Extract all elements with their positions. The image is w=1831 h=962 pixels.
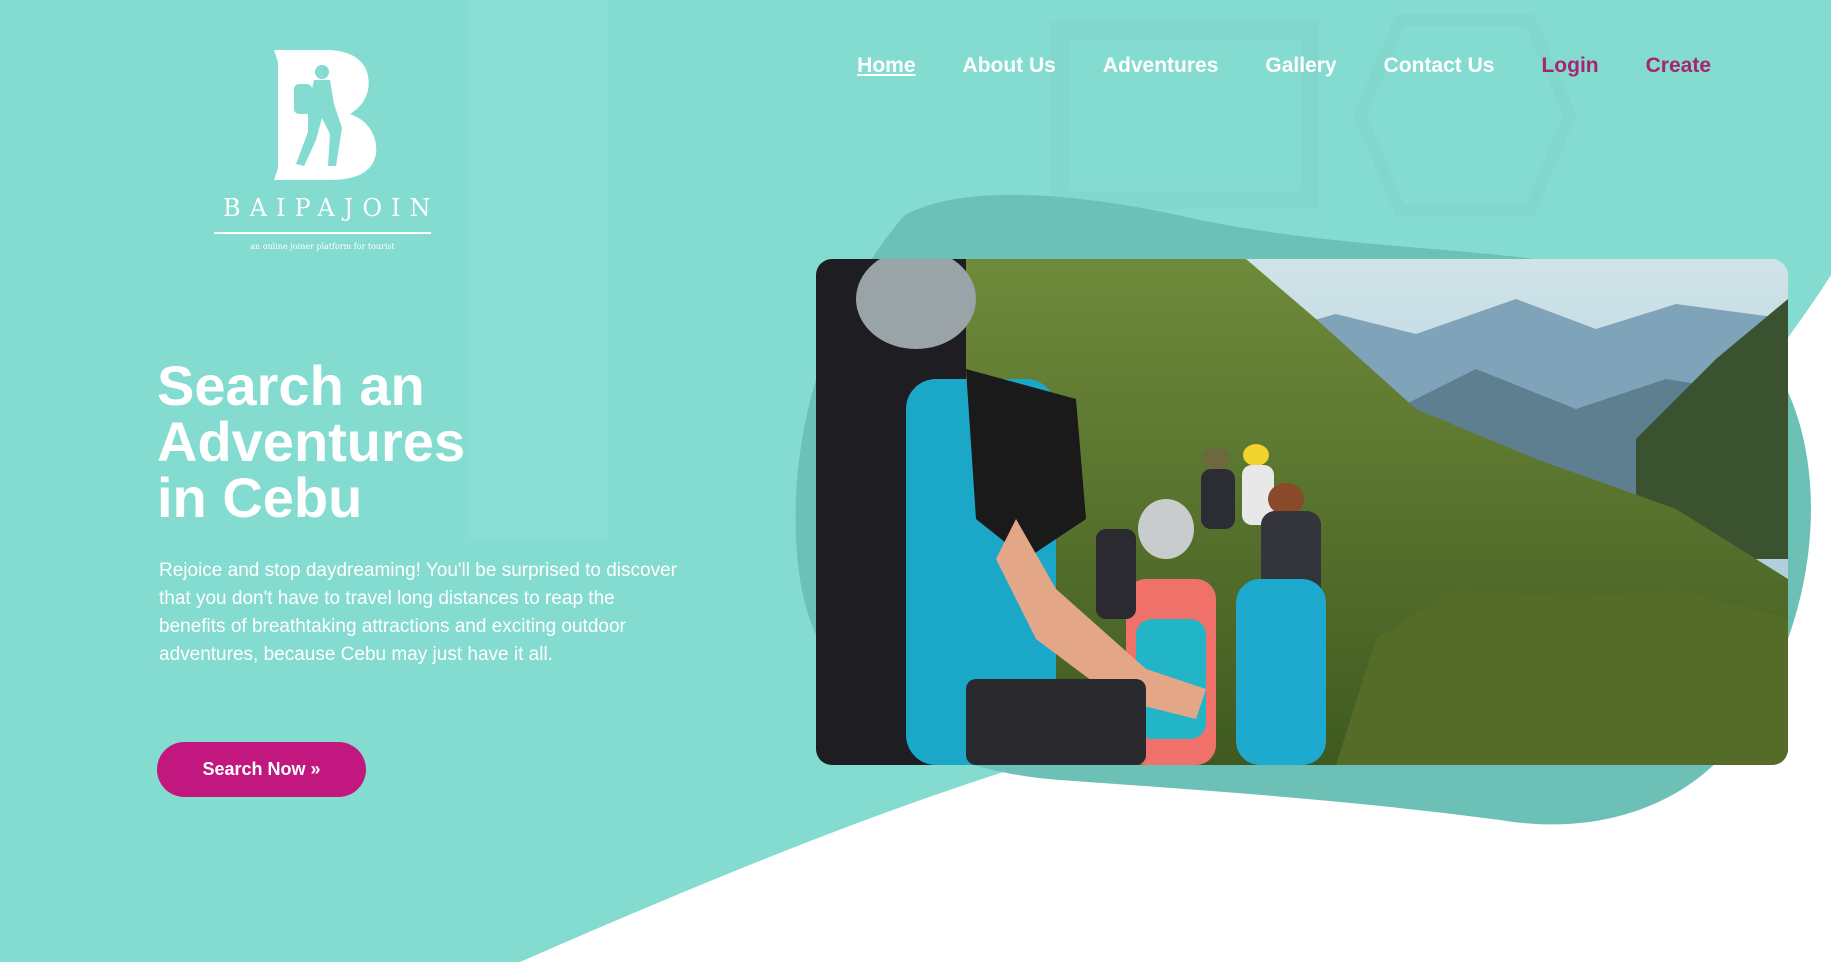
landing-page: BAIPAJOIN an online joiner platform for …	[0, 0, 1831, 962]
hero-title-line: Adventures	[157, 410, 466, 473]
hero-title-line: Search an	[157, 354, 425, 417]
hero-description: Rejoice and stop daydreaming! You'll be …	[159, 560, 677, 665]
nav-about-us[interactable]: About Us	[963, 54, 1056, 78]
nav-home[interactable]: Home	[857, 54, 915, 78]
nav-gallery[interactable]: Gallery	[1265, 54, 1336, 78]
hikers-illustration	[816, 259, 1788, 765]
nav-adventures[interactable]: Adventures	[1103, 54, 1219, 78]
nav-create[interactable]: Create	[1646, 54, 1711, 78]
nav-contact-us[interactable]: Contact Us	[1384, 54, 1495, 78]
search-now-button[interactable]: Search Now »	[157, 742, 366, 797]
hero-title: Search an Adventures in Cebu	[157, 358, 717, 526]
hero-title-line: in Cebu	[157, 466, 363, 529]
main-nav: Home About Us Adventures Gallery Contact…	[810, 54, 1711, 78]
brand-name: BAIPAJOIN	[223, 194, 440, 222]
hero-photo	[816, 259, 1788, 765]
brand-logo[interactable]: BAIPAJOIN an online joiner platform for …	[214, 48, 434, 258]
brand-tagline: an online joiner platform for tourist	[250, 242, 395, 251]
brand-divider	[214, 232, 431, 234]
hiker-b-logo-icon	[274, 50, 377, 180]
nav-login[interactable]: Login	[1541, 54, 1598, 78]
